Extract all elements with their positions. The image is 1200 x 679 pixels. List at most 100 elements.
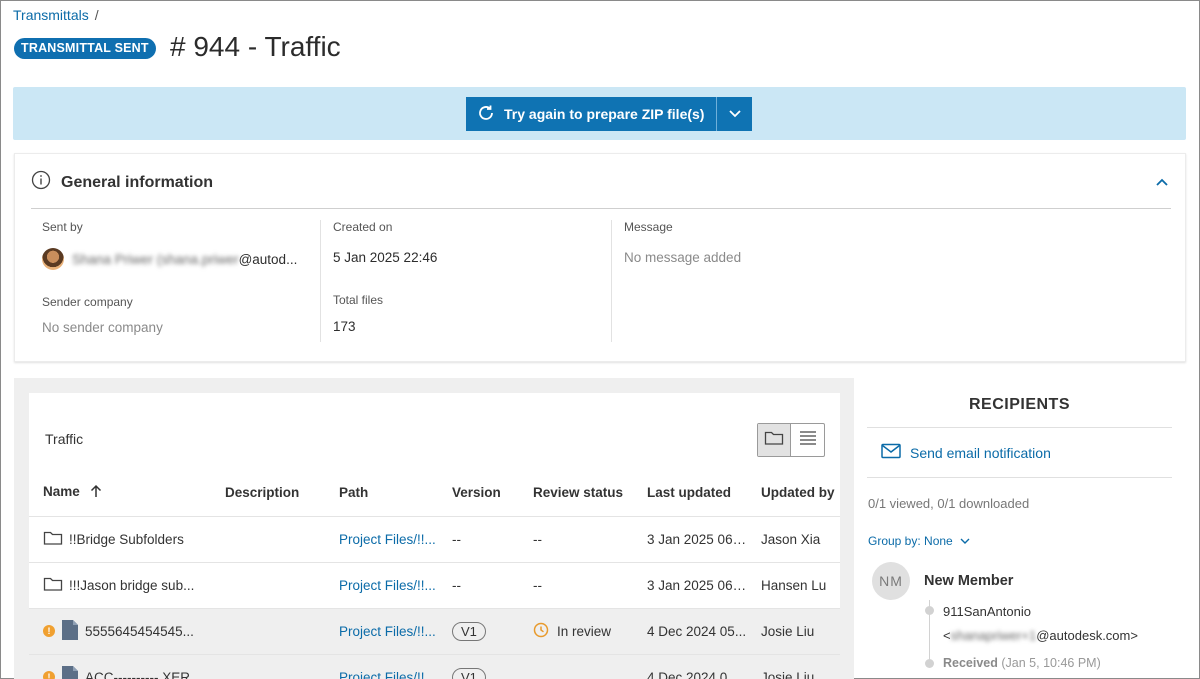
sender-domain: @autod... [238, 251, 298, 267]
info-icon [31, 170, 51, 195]
folder-icon [764, 430, 784, 451]
sort-ascending-icon[interactable] [90, 485, 102, 501]
column-header-name-label: Name [43, 484, 80, 500]
retry-zip-button[interactable]: Try again to prepare ZIP file(s) [466, 97, 718, 131]
column-header-version[interactable]: Version [438, 470, 519, 516]
description-cell [211, 607, 325, 654]
send-email-label: Send email notification [910, 444, 1051, 461]
group-by-label: Group by: None [868, 534, 953, 548]
updated-by-cell: Josie Liu [747, 607, 840, 654]
column-header-path[interactable]: Path [325, 470, 438, 516]
item-name[interactable]: !!Bridge Subfolders [69, 532, 184, 547]
column-divider [611, 220, 612, 342]
review-status-cell: -- [519, 561, 633, 608]
breadcrumb: Transmittals / [13, 7, 99, 23]
page-title: # 944 - Traffic [170, 31, 341, 62]
envelope-icon [881, 443, 901, 462]
received-time: (Jan 5, 10:46 PM) [1001, 656, 1101, 670]
breadcrumb-transmittals-link[interactable]: Transmittals [13, 7, 89, 23]
path-link[interactable]: Project Files/!!... [325, 515, 438, 562]
member-company: 911SanAntonio [943, 604, 1031, 619]
folder-icon [43, 530, 63, 549]
item-name[interactable]: !!!Jason bridge sub... [69, 578, 194, 593]
current-folder-name: Traffic [45, 431, 84, 447]
breadcrumb-separator: / [94, 7, 99, 23]
updated-by-cell: Josie Liu [747, 653, 840, 679]
message-value: No message added [624, 250, 742, 265]
warning-icon: ! [43, 671, 55, 679]
chevron-up-icon[interactable] [1155, 174, 1169, 192]
version-badge[interactable]: V1 [452, 621, 486, 641]
timeline-dot [925, 659, 934, 668]
message-label: Message [624, 220, 673, 234]
sender: Shana Priwer (shana.priwer@autod... [42, 248, 310, 270]
member-email: <shanapriwer+1@autodesk.com> [943, 628, 1138, 643]
description-cell [211, 515, 325, 562]
column-header-description[interactable]: Description [211, 470, 325, 516]
column-divider [320, 220, 321, 342]
general-information-header[interactable]: General information [31, 170, 213, 195]
message-column: Message No message added [624, 220, 924, 345]
total-files-value: 173 [333, 319, 356, 334]
status-badge: TRANSMITTAL SENT [14, 38, 156, 59]
timeline-dot [925, 606, 934, 615]
member-name: New Member [924, 573, 1014, 589]
sent-by-label: Sent by [42, 220, 83, 234]
sender-name-blurred: Shana Priwer (shana.priwer [72, 251, 239, 267]
column-header-name[interactable]: Name [29, 470, 211, 516]
review-status-cell: In review [519, 607, 633, 654]
table-row[interactable]: !!!Jason bridge sub... Project Files/!!.… [29, 561, 840, 608]
created-column: Created on 5 Jan 2025 22:46 Total files … [333, 220, 601, 345]
divider [31, 208, 1171, 209]
total-files-label: Total files [333, 293, 384, 307]
description-cell [211, 561, 325, 608]
recipients-title: RECIPIENTS [968, 396, 1070, 413]
chevron-down-icon [959, 534, 971, 548]
created-on-label: Created on [333, 220, 393, 234]
item-name[interactable]: 5555645454545... [85, 624, 194, 639]
list-view-button[interactable] [791, 424, 824, 456]
column-header-updated-by[interactable]: Updated by [747, 470, 840, 516]
item-name[interactable]: ACC----------.XER [85, 670, 190, 679]
recipient-stats: 0/1 viewed, 0/1 downloaded [868, 496, 1030, 511]
list-icon [799, 430, 817, 451]
retry-options-dropdown[interactable] [717, 97, 753, 131]
review-status-text: In review [557, 623, 612, 639]
version-cell: -- [438, 561, 519, 608]
member-received: Received (Jan 5, 10:46 PM) [943, 656, 1101, 670]
recipients-panel: RECIPIENTS Send email notification 0/1 v… [867, 378, 1172, 679]
table-row[interactable]: !!Bridge Subfolders Project Files/!!... … [29, 515, 840, 562]
group-by-dropdown[interactable]: Group by: None [868, 534, 971, 548]
created-on-value: 5 Jan 2025 22:46 [333, 250, 438, 265]
path-link[interactable]: Project Files/!!... [325, 607, 438, 654]
version-cell: V1 [438, 607, 519, 654]
files-panel: Traffic Name Description Path Version Re… [29, 393, 840, 679]
avatar [42, 248, 64, 270]
review-status-cell [519, 653, 633, 679]
email-local-blurred: shanapriwer+1 [950, 628, 1037, 643]
path-link[interactable]: Project Files/!!... [325, 561, 438, 608]
sender-company-label: Sender company [42, 295, 133, 309]
table-header-row: Name Description Path Version Review sta… [29, 470, 840, 516]
name-cell: ! 5555645454545... [29, 607, 211, 654]
general-information-title: General information [61, 173, 214, 191]
member-avatar: NM [872, 562, 910, 600]
column-header-review-status[interactable]: Review status [519, 470, 633, 516]
sender-value: Shana Priwer (shana.priwer@autod... [72, 252, 297, 267]
folder-icon [43, 576, 63, 595]
table-row[interactable]: ! 5555645454545... Project Files/!!... V… [29, 607, 840, 654]
name-cell: !!!Jason bridge sub... [29, 561, 211, 608]
sender-column: Sent by Shana Priwer (shana.priwer@autod… [42, 220, 310, 345]
column-header-last-updated[interactable]: Last updated [633, 470, 747, 516]
general-information-card: General information Sent by Shana Priwer… [14, 153, 1186, 362]
name-cell: !!Bridge Subfolders [29, 515, 211, 562]
folder-view-button[interactable] [758, 424, 791, 456]
divider [867, 427, 1172, 428]
send-email-notification-button[interactable]: Send email notification [881, 443, 1051, 462]
path-link[interactable]: Project Files/!!... [325, 653, 438, 679]
table-row[interactable]: ! ACC----------.XER Project Files/!!... … [29, 653, 840, 679]
version-badge[interactable]: V1 [452, 667, 486, 679]
view-toggle [757, 423, 825, 457]
last-updated-cell: 3 Jan 2025 06:... [633, 561, 747, 608]
clock-icon [533, 622, 549, 641]
